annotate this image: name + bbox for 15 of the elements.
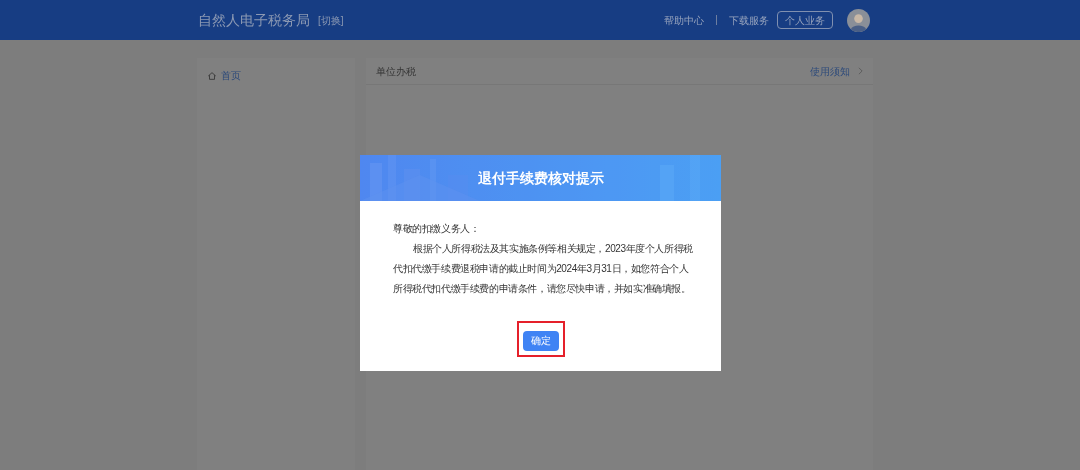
greeting-text: 尊敬的扣缴义务人：	[393, 222, 481, 236]
home-icon	[207, 70, 217, 81]
notice-link[interactable]: 使用须知	[810, 63, 863, 79]
notice-paragraph: 根据个人所得税法及其实施条例等相关规定，2023年度个人所得税代扣代缴手续费退税申请的截止时间为2024年3月31日，如您符合个人所得税代扣代缴手续费的申请条件，请您尽快申请，并如实准确填报。	[393, 242, 694, 296]
avatar-icon[interactable]	[847, 8, 870, 32]
sidebar-item[interactable]: 首页	[207, 68, 355, 83]
panel-title: 单位办税	[376, 64, 416, 79]
switch-link[interactable]: [切换]	[318, 12, 344, 28]
header-link[interactable]: 帮助中心	[664, 12, 704, 28]
personal-button[interactable]: 个人业务	[777, 11, 833, 29]
dialog-title: 退付手续费核对提示	[477, 168, 604, 188]
site-title: 自然人电子税务局	[198, 10, 310, 30]
header-link[interactable]: 下载服务	[729, 12, 769, 28]
confirm-button[interactable]: 确定	[522, 330, 559, 351]
chevron-icon	[858, 67, 863, 75]
